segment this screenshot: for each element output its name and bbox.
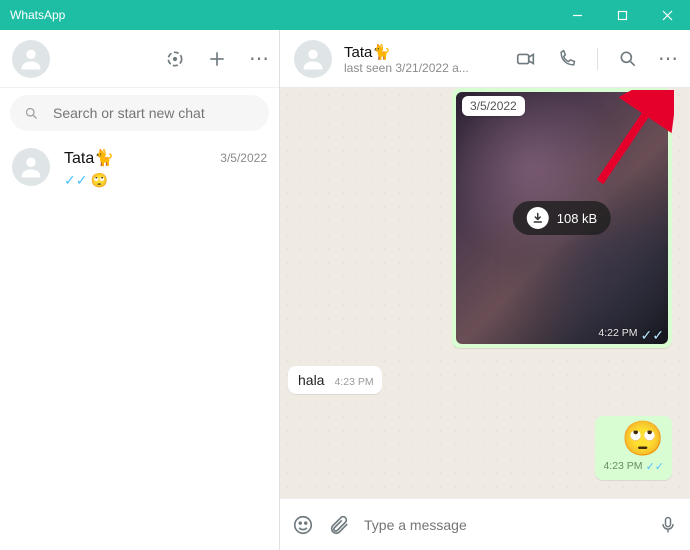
message-input[interactable] bbox=[364, 517, 644, 533]
chat-header: Tata🐈 last seen 3/21/2022 a... bbox=[280, 30, 690, 88]
chat-avatar[interactable] bbox=[294, 40, 332, 78]
read-check-icon: ✓✓ bbox=[64, 172, 87, 189]
sidebar-header bbox=[0, 30, 279, 88]
message-preview: ✓✓ 🙄 bbox=[64, 172, 267, 189]
attach-icon[interactable] bbox=[328, 514, 350, 536]
message-emoji: 🙄 bbox=[603, 422, 664, 456]
contact-avatar bbox=[12, 148, 50, 186]
close-button[interactable] bbox=[645, 0, 690, 30]
chat-list-item[interactable]: Tata🐈 3/5/2022 ✓✓ 🙄 bbox=[0, 138, 279, 199]
video-call-icon[interactable] bbox=[515, 48, 537, 70]
download-button[interactable]: 108 kB bbox=[513, 201, 611, 235]
chat-last-seen: last seen 3/21/2022 a... bbox=[344, 61, 469, 75]
my-avatar[interactable] bbox=[12, 40, 50, 78]
message-thread[interactable]: 3/5/2022 108 kB 4:22 PM ✓✓ bbox=[280, 88, 690, 498]
new-chat-icon[interactable] bbox=[207, 49, 227, 69]
voice-message-icon[interactable] bbox=[658, 515, 678, 535]
last-message-date: 3/5/2022 bbox=[220, 151, 267, 165]
maximize-button[interactable] bbox=[600, 0, 645, 30]
chat-title-block[interactable]: Tata🐈 last seen 3/21/2022 a... bbox=[344, 43, 469, 75]
message-time: 4:23 PM bbox=[334, 376, 373, 388]
chat-list: Tata🐈 3/5/2022 ✓✓ 🙄 bbox=[0, 138, 279, 550]
menu-icon[interactable] bbox=[249, 49, 267, 69]
chat-contact-name: Tata🐈 bbox=[344, 43, 469, 61]
search-box[interactable] bbox=[10, 95, 269, 131]
chat-pane: Tata🐈 last seen 3/21/2022 a... bbox=[280, 30, 690, 550]
separator bbox=[597, 48, 598, 70]
sidebar: Tata🐈 3/5/2022 ✓✓ 🙄 bbox=[0, 30, 280, 550]
media-timestamp: 4:22 PM ✓✓ bbox=[598, 327, 664, 344]
outgoing-media-message[interactable]: 3/5/2022 108 kB 4:22 PM ✓✓ bbox=[452, 88, 672, 348]
window-title: WhatsApp bbox=[0, 8, 555, 22]
search-in-chat-icon[interactable] bbox=[618, 49, 638, 69]
download-size: 108 kB bbox=[557, 211, 597, 226]
search-icon bbox=[24, 106, 39, 121]
status-icon[interactable] bbox=[165, 49, 185, 69]
search-input[interactable] bbox=[53, 105, 255, 121]
message-time: 4:23 PM ✓✓ bbox=[603, 460, 664, 473]
incoming-message[interactable]: hala 4:23 PM bbox=[288, 366, 382, 394]
emoji-picker-icon[interactable] bbox=[292, 514, 314, 536]
window-titlebar: WhatsApp bbox=[0, 0, 690, 30]
contact-name: Tata🐈 bbox=[64, 148, 114, 168]
read-check-icon: ✓✓ bbox=[641, 327, 664, 344]
read-check-icon: ✓✓ bbox=[646, 460, 664, 473]
minimize-button[interactable] bbox=[555, 0, 600, 30]
media-date-chip: 3/5/2022 bbox=[462, 96, 525, 116]
chat-menu-icon[interactable] bbox=[658, 49, 676, 69]
preview-emoji: 🙄 bbox=[90, 172, 107, 189]
message-composer bbox=[280, 498, 690, 550]
download-icon bbox=[527, 207, 549, 229]
message-text: hala bbox=[298, 372, 324, 388]
voice-call-icon[interactable] bbox=[557, 49, 577, 69]
outgoing-message[interactable]: 🙄 4:23 PM ✓✓ bbox=[595, 416, 672, 480]
